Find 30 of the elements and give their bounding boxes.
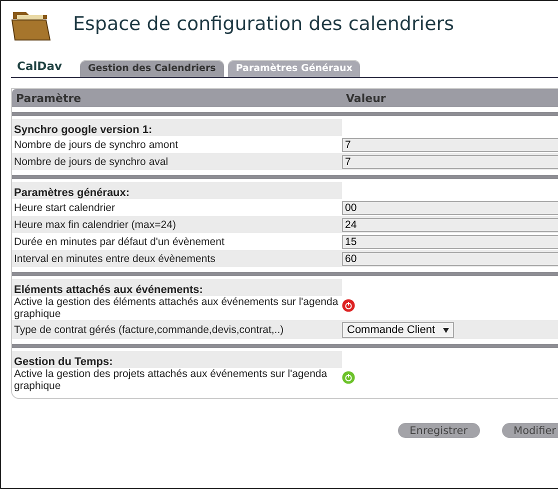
setting-label: Heure start calendrier: [13, 202, 116, 214]
value-field[interactable]: 7: [342, 154, 558, 168]
setting-label: Interval en minutes entre deux évènements: [13, 252, 216, 264]
caret-icon: [443, 328, 450, 332]
value-field[interactable]: 60: [342, 252, 558, 266]
column-header: Paramètre: [15, 92, 82, 104]
page-title: Espace de configuration des calendriers: [73, 13, 454, 35]
module-name: CalDav: [16, 59, 63, 75]
setting-label: Durée en minutes par défaut d'un évènement: [13, 236, 226, 248]
setting-label: Active la gestion des éléments attachés aux événements sur l'agenda graphique: [13, 296, 340, 320]
contract-type-dropdown[interactable]: Commande Client: [342, 322, 454, 338]
section-title: Gestion du Temps:: [12, 351, 342, 368]
section-title: Synchro google version 1:: [12, 119, 342, 136]
section-title: Eléments attachés aux événements:: [12, 279, 342, 296]
action-button[interactable]: Enregistrer: [398, 423, 480, 438]
setting-label: Active la gestion des projets attachés aux événements sur l'agenda graphique: [13, 368, 328, 392]
value-field[interactable]: 24: [342, 218, 558, 232]
section-title: Paramètres généraux:: [12, 182, 342, 199]
action-button[interactable]: Modifier: [502, 423, 558, 438]
value-field[interactable]: 7: [342, 138, 558, 152]
setting-label: Type de contrat gérés (facture,commande,devis,contrat,..): [13, 324, 285, 336]
value-field[interactable]: 00: [342, 200, 558, 214]
tab[interactable]: Gestion des Calendriers: [80, 60, 224, 77]
setting-label: Heure max fin calendrier (max=24): [13, 218, 177, 230]
setting-label: Nombre de jours de synchro aval: [13, 156, 170, 168]
setting-label: Nombre de jours de synchro amont: [13, 138, 179, 150]
value-field[interactable]: 15: [342, 234, 558, 248]
power-toggle-icon[interactable]: [342, 371, 355, 384]
column-header: Valeur: [345, 92, 387, 104]
power-toggle-icon[interactable]: [342, 299, 355, 312]
